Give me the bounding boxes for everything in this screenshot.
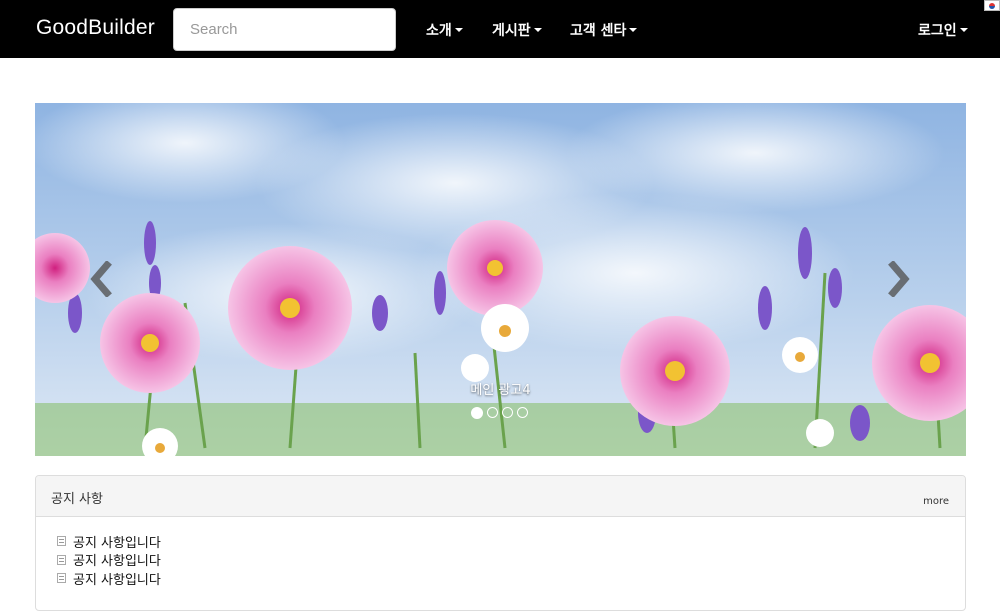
carousel-next-control[interactable] bbox=[883, 260, 913, 298]
nav-menu-login[interactable]: 로그인 bbox=[918, 20, 968, 40]
taegeuk-icon bbox=[989, 2, 995, 9]
document-icon bbox=[57, 536, 66, 547]
nav-menu-login-label: 로그인 bbox=[918, 23, 957, 39]
main-carousel: 메인 광고4 bbox=[35, 103, 966, 456]
nav-menu-intro-label: 소개 bbox=[426, 23, 452, 39]
notice-more-link[interactable]: more bbox=[923, 496, 949, 507]
document-icon bbox=[57, 554, 66, 565]
chevron-left-icon bbox=[90, 260, 112, 298]
search-input[interactable] bbox=[173, 8, 396, 51]
list-item[interactable]: 공지 사항입니다 bbox=[57, 569, 965, 588]
carousel-indicator-4[interactable] bbox=[517, 407, 528, 418]
nav-menu-board[interactable]: 게시판 bbox=[492, 20, 542, 40]
brand-logo[interactable]: GoodBuilder bbox=[36, 16, 155, 40]
list-item[interactable]: 공지 사항입니다 bbox=[57, 532, 965, 551]
document-icon bbox=[57, 573, 66, 584]
nav-menu-board-label: 게시판 bbox=[492, 23, 531, 39]
notice-item-label: 공지 사항입니다 bbox=[73, 554, 161, 570]
caret-down-icon bbox=[533, 28, 542, 32]
notice-panel-title: 공지 사항 bbox=[51, 492, 103, 507]
top-navbar: GoodBuilder 소개 게시판 고객 센타 로그인 bbox=[0, 0, 1000, 58]
notice-item-label: 공지 사항입니다 bbox=[73, 535, 161, 551]
notice-item-label: 공지 사항입니다 bbox=[73, 572, 161, 588]
notice-list: 공지 사항입니다 공지 사항입니다 공지 사항입니다 bbox=[36, 517, 965, 588]
flower-field-image bbox=[35, 103, 966, 456]
nav-menu-support-label: 고객 센타 bbox=[570, 23, 627, 39]
caret-down-icon bbox=[629, 28, 638, 32]
caret-down-icon bbox=[454, 28, 463, 32]
carousel-caption: 메인 광고4 bbox=[470, 383, 531, 398]
caret-down-icon bbox=[959, 28, 968, 32]
carousel-prev-control[interactable] bbox=[87, 260, 117, 298]
nav-menu-support[interactable]: 고객 센타 bbox=[570, 20, 638, 40]
carousel-indicator-1[interactable] bbox=[471, 407, 483, 419]
chevron-right-icon bbox=[888, 260, 910, 298]
carousel-indicators bbox=[471, 407, 528, 419]
korea-flag-icon[interactable] bbox=[984, 0, 1000, 11]
list-item[interactable]: 공지 사항입니다 bbox=[57, 551, 965, 570]
carousel-indicator-3[interactable] bbox=[502, 407, 513, 418]
notice-panel: 공지 사항 more 공지 사항입니다 공지 사항입니다 공지 사항입니다 bbox=[35, 475, 966, 611]
notice-panel-heading: 공지 사항 more bbox=[36, 476, 965, 517]
carousel-indicator-2[interactable] bbox=[487, 407, 498, 418]
nav-menu-intro[interactable]: 소개 bbox=[426, 20, 463, 40]
